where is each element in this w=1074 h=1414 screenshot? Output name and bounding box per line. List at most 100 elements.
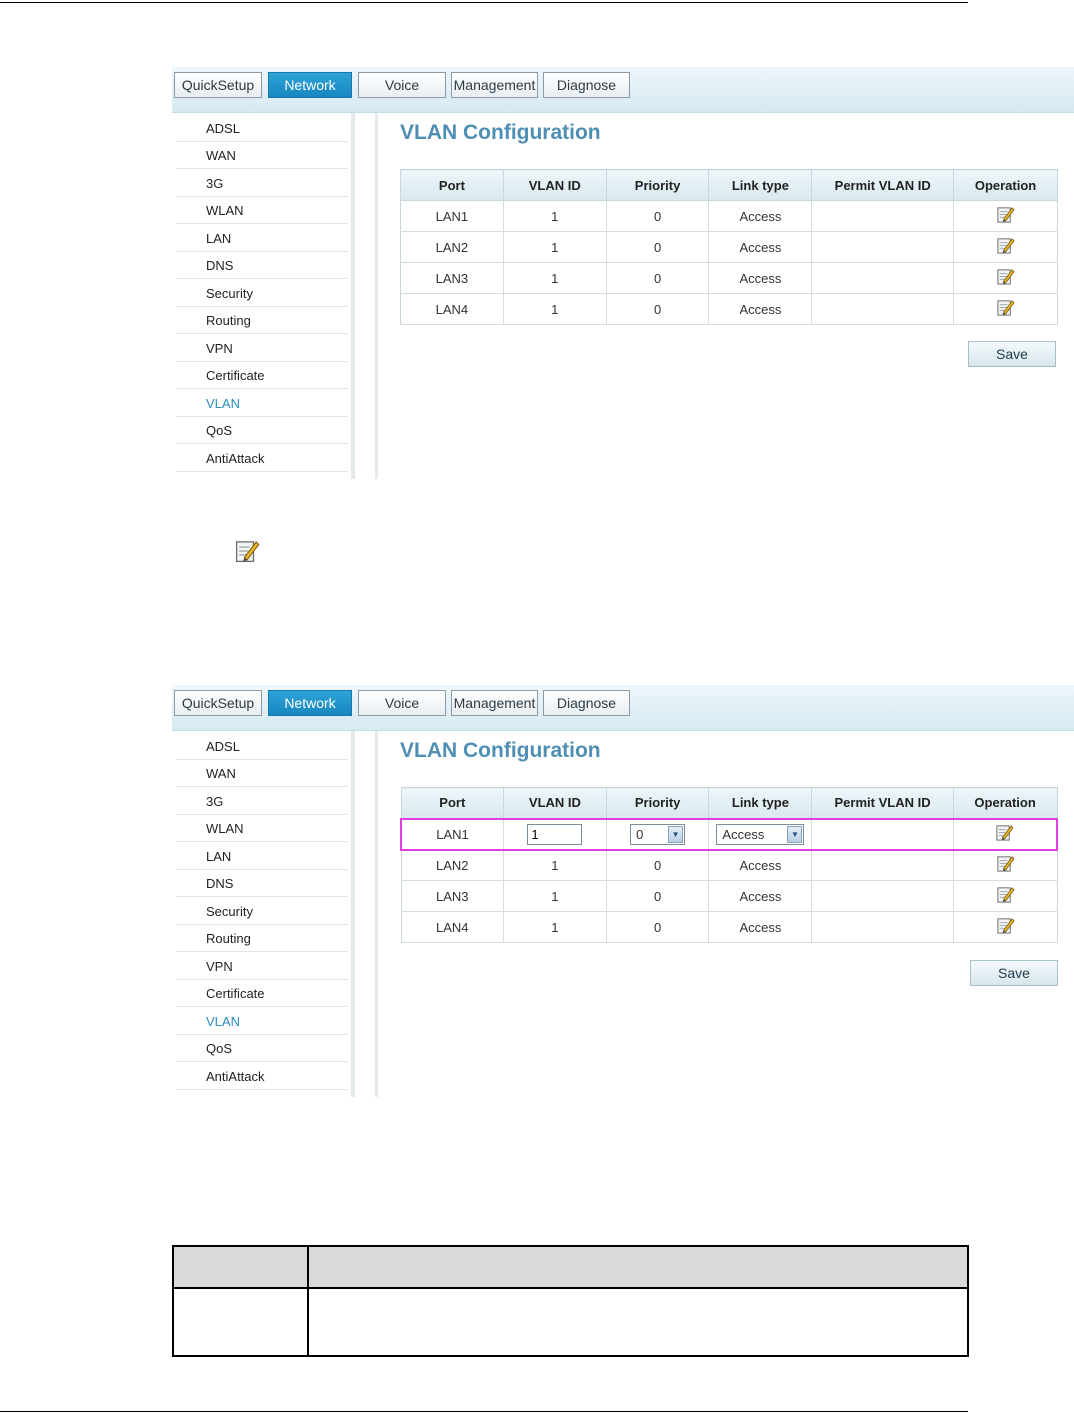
cell-operation	[953, 817, 1058, 851]
tab-quicksetup[interactable]: QuickSetup	[174, 690, 262, 716]
main-content: VLAN Configuration Port VLAN ID Priority…	[375, 113, 1074, 479]
link-type-select[interactable]: Access ▼	[716, 823, 805, 845]
sidebar-item-vpn[interactable]: VPN	[176, 953, 348, 980]
sidebar-item-vlan[interactable]: VLAN	[176, 1008, 348, 1035]
sidebar-item-security[interactable]: Security	[176, 280, 348, 307]
cell-permit-vlan-id	[811, 817, 954, 851]
edit-pencil-icon[interactable]	[996, 205, 1015, 224]
edit-pencil-icon[interactable]	[996, 916, 1015, 935]
col-port: Port	[401, 787, 505, 819]
edit-pencil-icon	[234, 538, 260, 564]
table-cell	[307, 1287, 969, 1357]
edit-pencil-icon[interactable]	[996, 236, 1015, 255]
parameter-description-table	[172, 1245, 969, 1357]
cell-link-type: Access	[708, 880, 813, 912]
col-link-type: Link type	[708, 787, 813, 819]
tab-voice[interactable]: Voice	[358, 72, 446, 98]
table-header-row	[172, 1245, 969, 1289]
sidebar-item-wlan[interactable]: WLAN	[176, 815, 348, 842]
tab-management[interactable]: Management	[451, 72, 538, 98]
vlan-id-input[interactable]	[527, 823, 583, 845]
save-button[interactable]: Save	[970, 960, 1058, 986]
sidebar-item-3g[interactable]: 3G	[176, 170, 348, 197]
sidebar-item-wan[interactable]: WAN	[176, 142, 348, 169]
priority-select[interactable]: 0 ▼	[630, 823, 686, 845]
sidebar-item-3g[interactable]: 3G	[176, 788, 348, 815]
edit-pencil-icon[interactable]	[996, 298, 1015, 317]
table-row: LAN4 1 0 Access	[400, 293, 1058, 325]
cell-operation	[953, 911, 1057, 943]
cell-link-type: Access	[708, 293, 813, 325]
cell-port: LAN2	[401, 849, 505, 881]
tab-management[interactable]: Management	[451, 690, 538, 716]
page-title: VLAN Configuration	[400, 739, 601, 762]
sidebar-item-wlan[interactable]: WLAN	[176, 197, 348, 224]
cell-permit-vlan-id	[811, 911, 954, 943]
sidebar: ADSL WAN 3G WLAN LAN DNS Security Routin…	[172, 731, 355, 1097]
sidebar-item-dns[interactable]: DNS	[176, 252, 348, 279]
cell-port: LAN1	[400, 817, 505, 851]
sidebar-item-dns[interactable]: DNS	[176, 870, 348, 897]
sidebar-item-antiattack[interactable]: AntiAttack	[176, 1063, 348, 1090]
col-priority: Priority	[606, 787, 710, 819]
col-port: Port	[400, 169, 504, 201]
sidebar-item-routing[interactable]: Routing	[176, 307, 348, 334]
sidebar-item-qos[interactable]: QoS	[176, 1035, 348, 1062]
cell-link-type: Access ▼	[708, 817, 813, 851]
edit-pencil-icon[interactable]	[996, 854, 1015, 873]
cell-permit-vlan-id	[811, 262, 955, 294]
table-row: LAN3 1 0 Access	[401, 880, 1057, 912]
save-button[interactable]: Save	[968, 341, 1056, 367]
col-priority: Priority	[606, 169, 710, 201]
sidebar-item-qos[interactable]: QoS	[176, 417, 348, 444]
chevron-down-icon[interactable]: ▼	[668, 825, 684, 843]
sidebar-item-certificate[interactable]: Certificate	[176, 362, 348, 389]
sidebar-item-lan[interactable]: LAN	[176, 225, 348, 252]
col-vlan-id: VLAN ID	[503, 787, 607, 819]
col-permit-vlan-id: Permit VLAN ID	[811, 787, 954, 819]
tab-diagnose[interactable]: Diagnose	[543, 72, 630, 98]
cell-port: LAN3	[400, 262, 504, 294]
sidebar-item-adsl[interactable]: ADSL	[176, 733, 348, 760]
tab-diagnose[interactable]: Diagnose	[543, 690, 630, 716]
table-row: LAN3 1 0 Access	[400, 262, 1058, 294]
col-permit-vlan-id: Permit VLAN ID	[811, 169, 955, 201]
table-row: LAN4 1 0 Access	[401, 911, 1057, 943]
cell-port: LAN2	[400, 231, 504, 263]
tab-network[interactable]: Network	[268, 690, 352, 716]
sidebar-item-lan[interactable]: LAN	[176, 843, 348, 870]
cell-operation	[953, 200, 1058, 232]
cell-link-type: Access	[708, 911, 813, 943]
sidebar-item-vpn[interactable]: VPN	[176, 335, 348, 362]
cell-priority: 0	[606, 262, 710, 294]
edit-pencil-icon[interactable]	[995, 823, 1014, 842]
col-operation: Operation	[953, 169, 1058, 201]
sidebar: ADSL WAN 3G WLAN LAN DNS Security Routin…	[172, 113, 355, 479]
table-row: LAN2 1 0 Access	[401, 849, 1057, 881]
cell-permit-vlan-id	[811, 849, 954, 881]
cell-vlan-id: 1	[503, 231, 607, 263]
cell-operation	[953, 262, 1058, 294]
cell-priority: 0 ▼	[606, 817, 710, 851]
sidebar-item-wan[interactable]: WAN	[176, 760, 348, 787]
edit-pencil-icon[interactable]	[996, 885, 1015, 904]
cell-permit-vlan-id	[811, 293, 955, 325]
chevron-down-icon[interactable]: ▼	[787, 825, 803, 843]
sidebar-item-antiattack[interactable]: AntiAttack	[176, 445, 348, 472]
sidebar-item-security[interactable]: Security	[176, 898, 348, 925]
edit-pencil-icon[interactable]	[996, 267, 1015, 286]
cell-operation	[953, 231, 1058, 263]
sidebar-item-vlan[interactable]: VLAN	[176, 390, 348, 417]
sidebar-item-adsl[interactable]: ADSL	[176, 115, 348, 142]
cell-port: LAN4	[401, 911, 505, 943]
sidebar-item-certificate[interactable]: Certificate	[176, 980, 348, 1007]
tab-voice[interactable]: Voice	[358, 690, 446, 716]
tab-network[interactable]: Network	[268, 72, 352, 98]
cell-permit-vlan-id	[811, 880, 954, 912]
col-link-type: Link type	[708, 169, 813, 201]
table-row-editing: LAN1 0 ▼ Access ▼	[400, 817, 1058, 851]
cell-vlan-id: 1	[503, 849, 607, 881]
sidebar-item-routing[interactable]: Routing	[176, 925, 348, 952]
cell-priority: 0	[606, 231, 710, 263]
tab-quicksetup[interactable]: QuickSetup	[174, 72, 262, 98]
